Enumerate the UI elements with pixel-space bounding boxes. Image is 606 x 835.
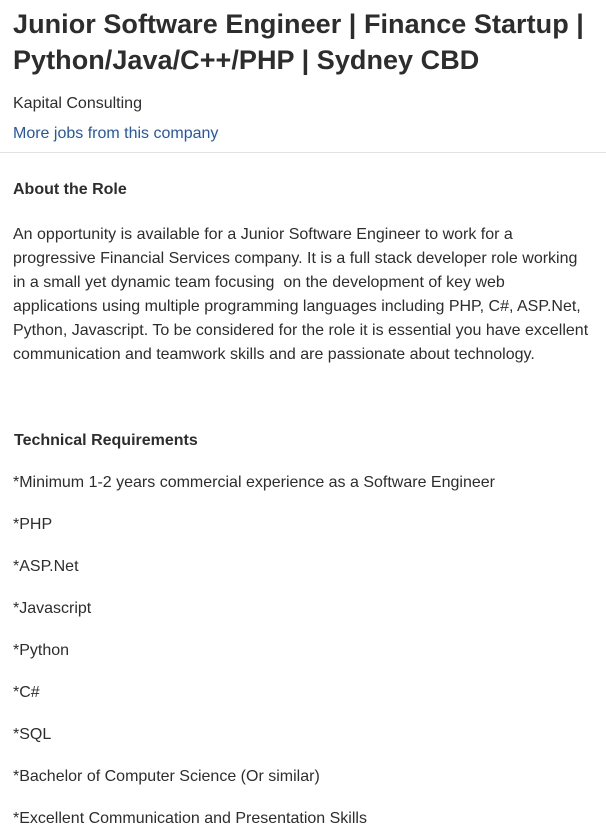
list-item: *Bachelor of Computer Science (Or simila… <box>13 768 320 785</box>
about-heading: About the Role <box>13 181 127 198</box>
about-text: An opportunity is available for a Junior… <box>13 226 593 363</box>
list-item: *C# <box>13 684 40 701</box>
list-item: *SQL <box>13 726 52 743</box>
list-item: *ASP.Net <box>13 558 79 575</box>
list-item: *Python <box>13 642 70 659</box>
list-item: *Excellent Communication and Presentatio… <box>13 810 367 827</box>
requirements-list: *Minimum 1-2 years commercial experience… <box>13 473 593 829</box>
job-title: Junior Software Engineer | Finance Start… <box>13 9 584 75</box>
technical-requirements-heading: Technical Requirements <box>14 432 198 449</box>
job-header: Junior Software Engineer | Finance Start… <box>0 0 606 152</box>
job-page: Junior Software Engineer | Finance Start… <box>0 0 606 835</box>
header-divider <box>0 152 606 153</box>
list-item: *Javascript <box>13 600 92 617</box>
more-jobs-link[interactable]: More jobs from this company <box>13 124 218 144</box>
list-item: *Minimum 1-2 years commercial experience… <box>13 474 495 491</box>
list-item: *PHP <box>13 516 53 533</box>
job-description: About the Role An opportunity is availab… <box>0 180 606 829</box>
company-name: Kapital Consulting <box>13 95 142 112</box>
